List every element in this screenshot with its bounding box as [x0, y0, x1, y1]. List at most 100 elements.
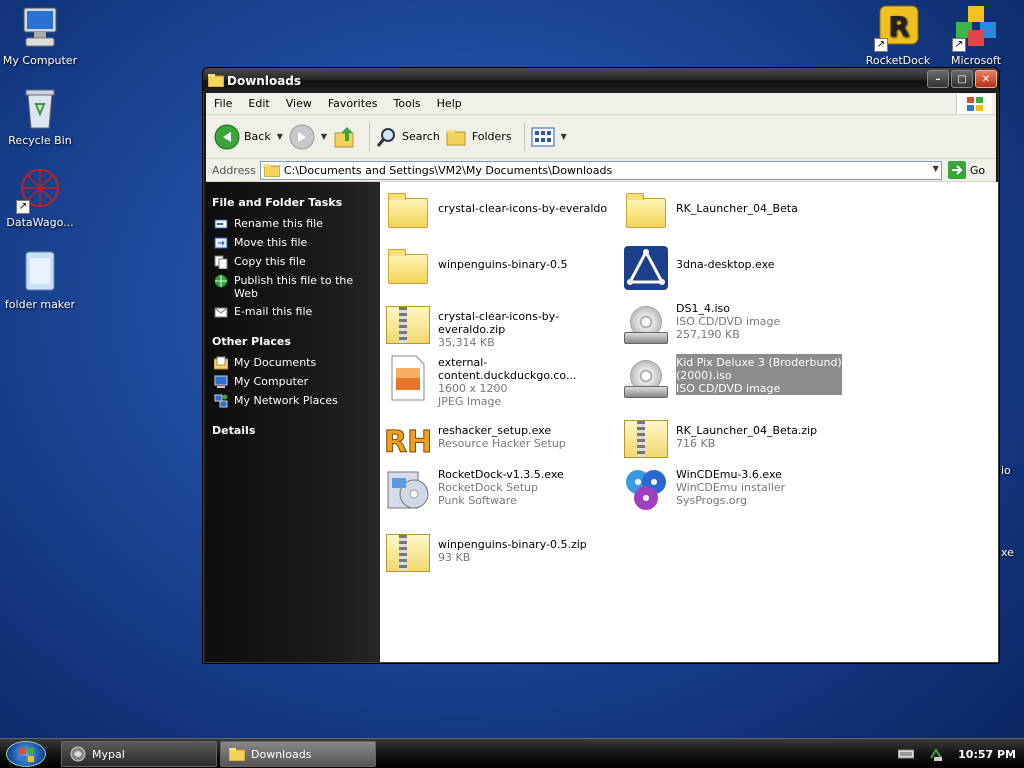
window-title: Downloads [227, 74, 302, 88]
views-button[interactable]: ▼ [531, 127, 567, 147]
up-folder-button[interactable] [333, 125, 357, 149]
file-item-winpenguins-folder[interactable]: winpenguins-binary-0.5 [384, 244, 619, 292]
menu-file[interactable]: File [206, 97, 240, 110]
desktop-partial-label: xe [1001, 546, 1014, 559]
address-label: Address [212, 163, 256, 177]
window-titlebar[interactable]: Downloads – □ ✕ [203, 68, 999, 92]
mypal-icon [70, 746, 86, 762]
copy-file-label: Copy this file [234, 255, 306, 268]
shortcut-arrow-icon: ↗ [952, 38, 966, 52]
file-company: Punk Software [438, 494, 517, 507]
desktop-icon-label: DataWago... [6, 216, 74, 229]
file-item-kidpix-iso[interactable]: Kid Pix Deluxe 3 (Broderbund) (2000).iso… [622, 354, 857, 402]
folder-icon [263, 164, 280, 177]
menu-help[interactable]: Help [429, 97, 470, 110]
chevron-down-icon[interactable]: ▼ [277, 132, 283, 141]
file-item-reshacker[interactable]: RH reshacker_setup.exe Resource Hacker S… [384, 414, 619, 462]
svg-text:RH: RH [384, 425, 432, 460]
file-description: WinCDEmu installer [676, 481, 786, 494]
forward-button[interactable]: ▼ [289, 124, 327, 150]
chevron-down-icon[interactable]: ▼ [321, 132, 327, 141]
folder-icon [229, 748, 245, 761]
go-button[interactable]: Go [947, 161, 985, 179]
datawago-icon: ↗ [16, 166, 64, 214]
file-name: crystal-clear-icons-by-everaldo.zip [438, 310, 560, 336]
desktop-icon-my-computer[interactable]: My Computer [0, 4, 80, 67]
maximize-button[interactable]: □ [951, 70, 973, 88]
taskbar-downloads[interactable]: Downloads [220, 741, 376, 767]
file-item-crystal-zip[interactable]: crystal-clear-icons-by-everaldo.zip 35,3… [384, 300, 619, 349]
globe-icon [214, 274, 228, 288]
publish-file-link[interactable]: Publish this file to the Web [212, 274, 374, 300]
menubar: File Edit View Favorites Tools Help [206, 93, 996, 115]
toolbar: Back ▼ ▼ Search Folders ▼ [206, 115, 996, 159]
desktop-icon-folder-maker[interactable]: folder maker [0, 248, 80, 311]
folder-icon [207, 73, 225, 90]
chevron-down-icon[interactable]: ▼ [933, 164, 939, 173]
taskbar-label: Mypal [92, 747, 125, 761]
folder-icon [384, 244, 432, 292]
chevron-down-icon[interactable]: ▼ [561, 132, 567, 141]
desktop-icon-microsoft[interactable]: ↗ Microsoft [936, 4, 1016, 67]
taskbar-mypal[interactable]: Mypal [61, 741, 217, 767]
address-bar: Address C:\Documents and Settings\VM2\My… [206, 159, 996, 182]
start-button[interactable] [6, 741, 46, 767]
file-item-ds1-iso[interactable]: DS1_4.iso ISO CD/DVD image 257,190 KB [622, 300, 857, 348]
file-size: 257,190 KB [676, 328, 740, 341]
menu-favorites[interactable]: Favorites [320, 97, 386, 110]
desktop-icon-label: Microsoft [950, 54, 1002, 67]
file-name: 3dna-desktop.exe [676, 258, 775, 271]
publish-file-label: Publish this file to the Web [234, 274, 354, 300]
pane-title[interactable]: File and Folder Tasks [212, 196, 374, 209]
minimize-button[interactable]: – [927, 70, 949, 88]
file-size: 35,314 KB [438, 336, 495, 349]
move-file-link[interactable]: Move this file [212, 236, 374, 250]
shortcut-arrow-icon: ↗ [16, 200, 30, 214]
rename-file-link[interactable]: Rename this file [212, 217, 374, 231]
search-button[interactable]: Search [376, 126, 440, 148]
zip-icon [622, 414, 670, 462]
desktop-icon-rocketdock[interactable]: R ↗ RocketDock [858, 4, 938, 67]
keyboard-icon[interactable] [898, 749, 915, 759]
file-item-wincdemu[interactable]: WinCDEmu-3.6.exe WinCDEmu installer SysP… [622, 466, 857, 514]
search-icon [376, 127, 396, 147]
file-description: Resource Hacker Setup [438, 437, 566, 450]
my-documents-link[interactable]: My Documents [212, 356, 374, 370]
file-item-3dna[interactable]: 3dna-desktop.exe [622, 244, 857, 292]
menu-edit[interactable]: Edit [240, 97, 277, 110]
rocketdock-icon: R ↗ [874, 4, 922, 52]
file-name: DS1_4.iso [676, 302, 730, 315]
folder-maker-icon [16, 248, 64, 296]
file-item-crystal-folder[interactable]: crystal-clear-icons-by-everaldo [384, 188, 619, 236]
pane-title[interactable]: Details [212, 424, 374, 437]
file-item-winpenguins-zip[interactable]: winpenguins-binary-0.5.zip 93 KB [384, 528, 619, 576]
file-item-jpeg[interactable]: external-content.duckduckgo.co... 1600 x… [384, 354, 619, 408]
folders-button[interactable]: Folders [446, 127, 512, 147]
desktop-icon-datawago[interactable]: ↗ DataWago... [0, 166, 80, 229]
my-network-places-link[interactable]: My Network Places [212, 394, 374, 408]
file-name: crystal-clear-icons-by-everaldo [438, 202, 608, 215]
move-icon [214, 237, 228, 249]
desktop-partial-label: io [1001, 464, 1011, 477]
file-item-rk-folder[interactable]: RK_Launcher_04_Beta [622, 188, 857, 236]
file-item-rocketdock-exe[interactable]: RocketDock-v1.3.5.exe RocketDock Setup P… [384, 466, 619, 514]
file-type: ISO CD/DVD image [676, 382, 781, 395]
back-button[interactable]: Back ▼ [214, 124, 283, 150]
email-icon [214, 307, 228, 318]
copy-file-link[interactable]: Copy this file [212, 255, 374, 269]
menu-tools[interactable]: Tools [386, 97, 429, 110]
address-input[interactable]: C:\Documents and Settings\VM2\My Documen… [259, 160, 942, 180]
file-item-rk-zip[interactable]: RK_Launcher_04_Beta.zip 716 KB [622, 414, 857, 462]
clock[interactable]: 10:57 PM [958, 748, 1016, 761]
3dna-icon [622, 244, 670, 292]
pane-title[interactable]: Other Places [212, 335, 374, 348]
desktop-icon-recycle-bin[interactable]: Recycle Bin [0, 84, 80, 147]
rename-icon [214, 219, 228, 229]
menu-view[interactable]: View [278, 97, 320, 110]
email-file-link[interactable]: E-mail this file [212, 305, 374, 319]
close-button[interactable]: ✕ [975, 70, 997, 88]
installer-icon [384, 466, 432, 514]
file-description: RocketDock Setup [438, 481, 539, 494]
my-computer-link[interactable]: My Computer [212, 375, 374, 389]
network-tray-icon[interactable] [928, 746, 944, 762]
